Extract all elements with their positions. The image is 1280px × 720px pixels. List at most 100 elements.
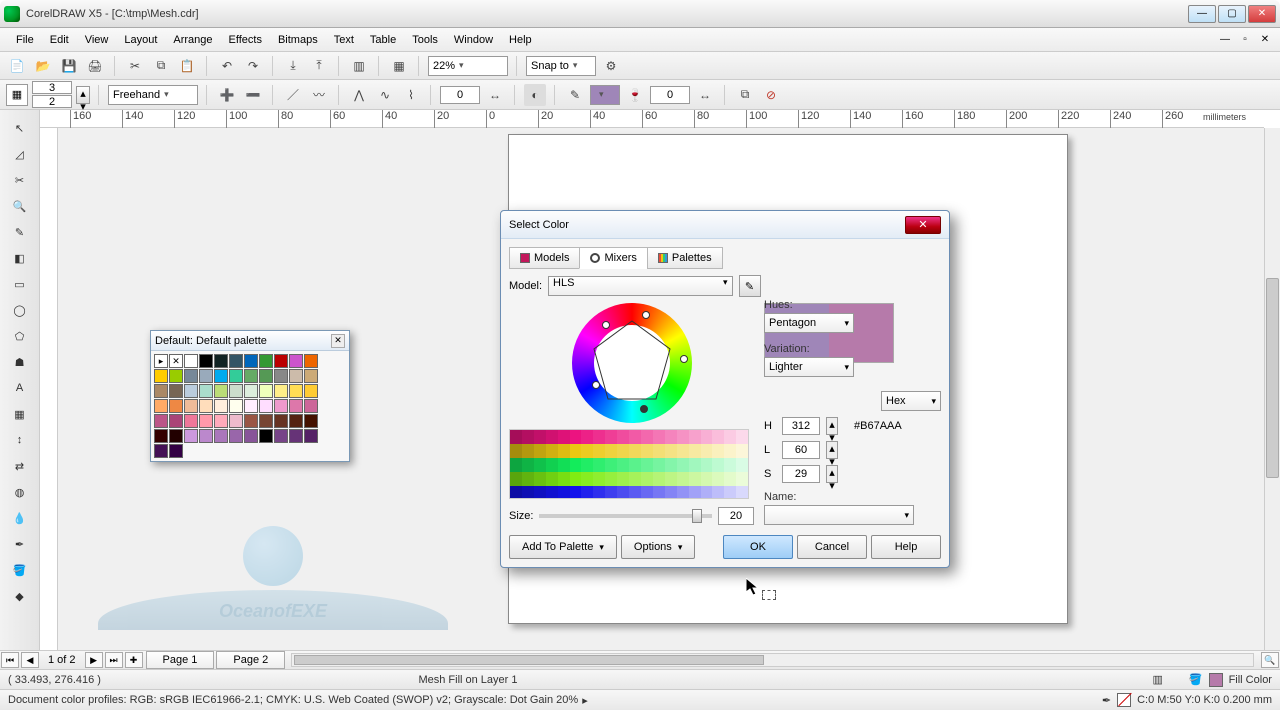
paste-button[interactable]: 📋 [176,55,198,77]
basic-shapes-tool[interactable]: ☗ [8,350,32,374]
eyedropper-button[interactable]: ✎ [564,84,586,106]
grid-icon[interactable]: ▦ [6,84,28,106]
copy-button[interactable]: ⧉ [150,55,172,77]
palette-swatch[interactable] [214,369,228,383]
palette-swatch[interactable] [289,369,303,383]
transparency-nav[interactable]: ↔ [694,84,716,106]
eyedropper-tool[interactable]: 💧 [8,506,32,530]
palette-swatch[interactable] [259,384,273,398]
palette-swatch[interactable] [199,429,213,443]
palette-swatch[interactable] [274,384,288,398]
palette-swatch[interactable] [199,399,213,413]
palette-swatch[interactable] [304,399,318,413]
menu-text[interactable]: Text [326,31,362,49]
fill-swatch[interactable] [1209,673,1223,687]
doc-minimize-button[interactable]: — [1216,33,1234,47]
palette-swatch[interactable] [229,414,243,428]
menu-tools[interactable]: Tools [404,31,446,49]
horizontal-ruler[interactable]: millimeters 1601401201008060402002040608… [40,110,1264,128]
palette-swatch[interactable] [184,429,198,443]
table-tool[interactable]: ▦ [8,402,32,426]
outline-swatch[interactable] [1117,693,1131,707]
palette-swatch[interactable] [274,429,288,443]
mesh-color-swatch[interactable] [590,85,620,105]
wheel-handle-active[interactable] [640,405,648,413]
palette-swatch[interactable] [154,369,168,383]
palette-swatch[interactable] [289,384,303,398]
palette-swatch[interactable] [199,414,213,428]
page-prev-button[interactable]: ◀ [21,652,39,668]
palette-swatch[interactable] [274,354,288,368]
palette-swatch[interactable] [259,429,273,443]
app-launcher-button[interactable]: ▦ [388,55,410,77]
hscroll-thumb[interactable] [294,655,764,665]
menu-table[interactable]: Table [362,31,404,49]
page-next-button[interactable]: ▶ [85,652,103,668]
menu-file[interactable]: File [8,31,42,49]
palette-swatch[interactable] [229,429,243,443]
palette-swatch[interactable] [199,369,213,383]
palette-swatch[interactable] [244,414,258,428]
palette-swatch[interactable] [259,399,273,413]
palette-swatch[interactable] [154,399,168,413]
palette-swatch[interactable] [154,429,168,443]
palette-swatch[interactable] [289,399,303,413]
variation-combo[interactable]: Lighter [764,357,854,377]
node-nav-button[interactable]: ↔ [484,84,506,106]
hex-mode-combo[interactable]: Hex [881,391,941,411]
palette-swatch[interactable] [184,384,198,398]
palette-swatch[interactable] [304,384,318,398]
print-button[interactable]: 🖨 [84,55,106,77]
palette-swatch[interactable] [169,369,183,383]
tab-mixers[interactable]: Mixers [579,247,647,269]
palette-swatch[interactable] [289,429,303,443]
add-node-button[interactable]: ➕ [216,84,238,106]
palette-swatch[interactable] [274,414,288,428]
palette-swatch[interactable] [229,384,243,398]
rectangle-tool[interactable]: ▭ [8,272,32,296]
eyedropper-button-dialog[interactable]: ✎ [739,275,761,297]
cut-button[interactable]: ✂ [124,55,146,77]
tool-mode-combo[interactable]: Freehand [108,85,198,105]
help-button[interactable]: Help [871,535,941,559]
palette-swatch[interactable] [169,414,183,428]
window-close-button[interactable]: ✕ [1248,5,1276,23]
palette-control[interactable]: ▸ [154,354,168,368]
profiles-expand-icon[interactable]: ▸ [582,694,588,707]
cancel-button[interactable]: Cancel [797,535,867,559]
palette-swatch[interactable] [304,369,318,383]
smooth-button[interactable]: ∿ [374,84,396,106]
zoom-combo[interactable]: 22% [428,56,508,76]
fill-indicator-icon[interactable]: 🪣 [1189,673,1203,686]
page-add-button[interactable]: ✚ [125,652,143,668]
horizontal-scrollbar[interactable] [291,653,1254,667]
name-combo[interactable] [764,505,914,525]
s-spinner[interactable]: ▴▾ [826,465,838,483]
pick-tool[interactable]: ↖ [8,116,32,140]
size-input[interactable] [718,507,754,525]
dialog-titlebar[interactable]: Select Color ✕ [501,211,949,239]
options-button-dialog[interactable]: Options [621,535,695,559]
vscroll-thumb[interactable] [1266,278,1279,478]
grid-cols-input[interactable] [32,81,72,94]
export-button[interactable]: ⤒ [308,55,330,77]
cusp-button[interactable]: ⋀ [348,84,370,106]
size-slider-knob[interactable] [692,509,702,523]
palette-swatch[interactable] [169,384,183,398]
connector-tool[interactable]: ⇄ [8,454,32,478]
palette-swatch[interactable] [199,384,213,398]
window-minimize-button[interactable]: — [1188,5,1216,23]
snap-combo[interactable]: Snap to [526,56,596,76]
polygon-tool[interactable]: ⬠ [8,324,32,348]
options-button[interactable]: ⚙ [600,55,622,77]
palette-header[interactable]: Default: Default palette ✕ [151,331,349,351]
palette-swatch[interactable] [244,354,258,368]
symm-button[interactable]: ⌇ [400,84,422,106]
transparency-icon[interactable]: 🍷 [624,84,646,106]
ok-button[interactable]: OK [723,535,793,559]
menu-arrange[interactable]: Arrange [165,31,220,49]
page-first-button[interactable]: ⏮ [1,652,19,668]
palette-swatch[interactable] [154,444,168,458]
palette-swatch[interactable] [214,414,228,428]
menu-edit[interactable]: Edit [42,31,77,49]
